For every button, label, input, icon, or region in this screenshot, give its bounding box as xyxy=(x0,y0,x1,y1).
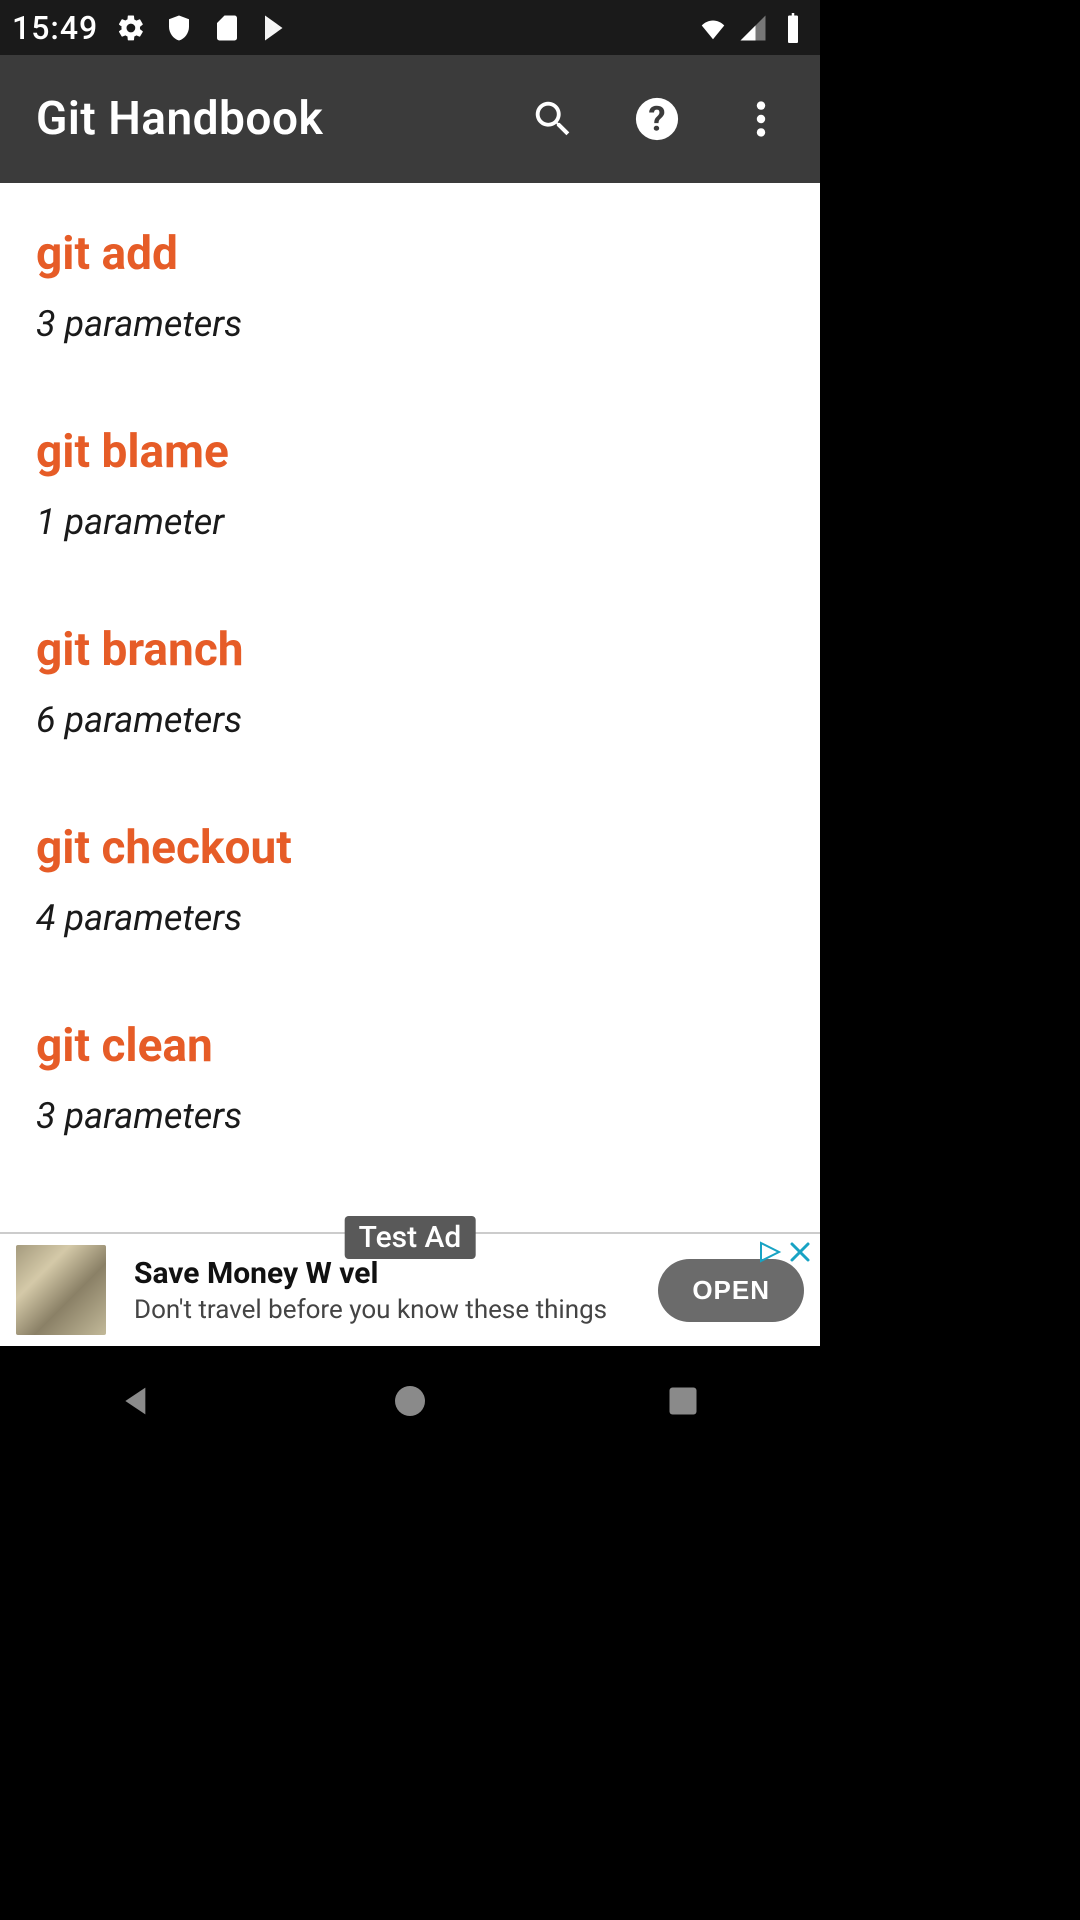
list-item[interactable]: git checkout 4 parameters xyxy=(0,797,820,995)
nav-bar xyxy=(0,1346,820,1456)
command-params: 3 parameters xyxy=(36,303,784,345)
ad-subtitle: Don't travel before you know these thing… xyxy=(134,1295,646,1325)
list-item[interactable]: git blame 1 parameter xyxy=(0,401,820,599)
ad-title: Save Money W vel xyxy=(134,1256,646,1291)
ad-info-icon[interactable] xyxy=(758,1240,782,1264)
nav-back-button[interactable] xyxy=(107,1371,167,1431)
ad-corner xyxy=(758,1240,812,1264)
command-name: git add xyxy=(36,227,784,281)
ad-image xyxy=(16,1245,106,1335)
command-params: 6 parameters xyxy=(36,699,784,741)
ad-open-button[interactable]: OPEN xyxy=(658,1259,804,1322)
command-params: 3 parameters xyxy=(36,1095,784,1137)
svg-text:?: ? xyxy=(648,100,665,140)
wifi-icon xyxy=(698,13,728,43)
command-list: git add3 parametersgit blame1 parameterg… xyxy=(0,183,820,1232)
search-icon[interactable] xyxy=(530,96,576,142)
status-bar: 15:49 xyxy=(0,0,820,55)
nav-home-button[interactable] xyxy=(380,1371,440,1431)
app-title: Git Handbook xyxy=(36,92,323,146)
ad-banner[interactable]: Test Ad Save Money W vel Don't travel be… xyxy=(0,1232,820,1346)
ad-close-icon[interactable] xyxy=(788,1240,812,1264)
list-item[interactable]: git branch 6 parameters xyxy=(0,599,820,797)
ad-text: Save Money W vel Don't travel before you… xyxy=(134,1256,646,1325)
battery-icon xyxy=(778,13,808,43)
command-params: 4 parameters xyxy=(36,897,784,939)
list-item[interactable]: git clean 3 parameters xyxy=(0,995,820,1193)
play-store-icon xyxy=(260,13,290,43)
status-left: 15:49 xyxy=(12,9,290,47)
command-name: git checkout xyxy=(36,821,784,875)
command-name: git branch xyxy=(36,623,784,677)
command-name: git clean xyxy=(36,1019,784,1073)
help-icon[interactable]: ? xyxy=(634,96,680,142)
nav-recent-button[interactable] xyxy=(653,1371,713,1431)
shield-icon xyxy=(164,13,194,43)
command-params: 1 parameter xyxy=(36,501,784,543)
ad-label: Test Ad xyxy=(345,1216,476,1259)
signal-icon xyxy=(738,13,768,43)
list-item[interactable]: git add 3 parameters xyxy=(0,203,820,401)
status-right xyxy=(698,13,808,43)
sd-card-icon xyxy=(212,13,242,43)
command-name: git blame xyxy=(36,425,784,479)
status-time: 15:49 xyxy=(12,9,98,47)
more-icon[interactable] xyxy=(738,96,784,142)
app-bar: Git Handbook ? xyxy=(0,55,820,183)
app-bar-actions: ? xyxy=(530,96,784,142)
gear-icon xyxy=(116,13,146,43)
